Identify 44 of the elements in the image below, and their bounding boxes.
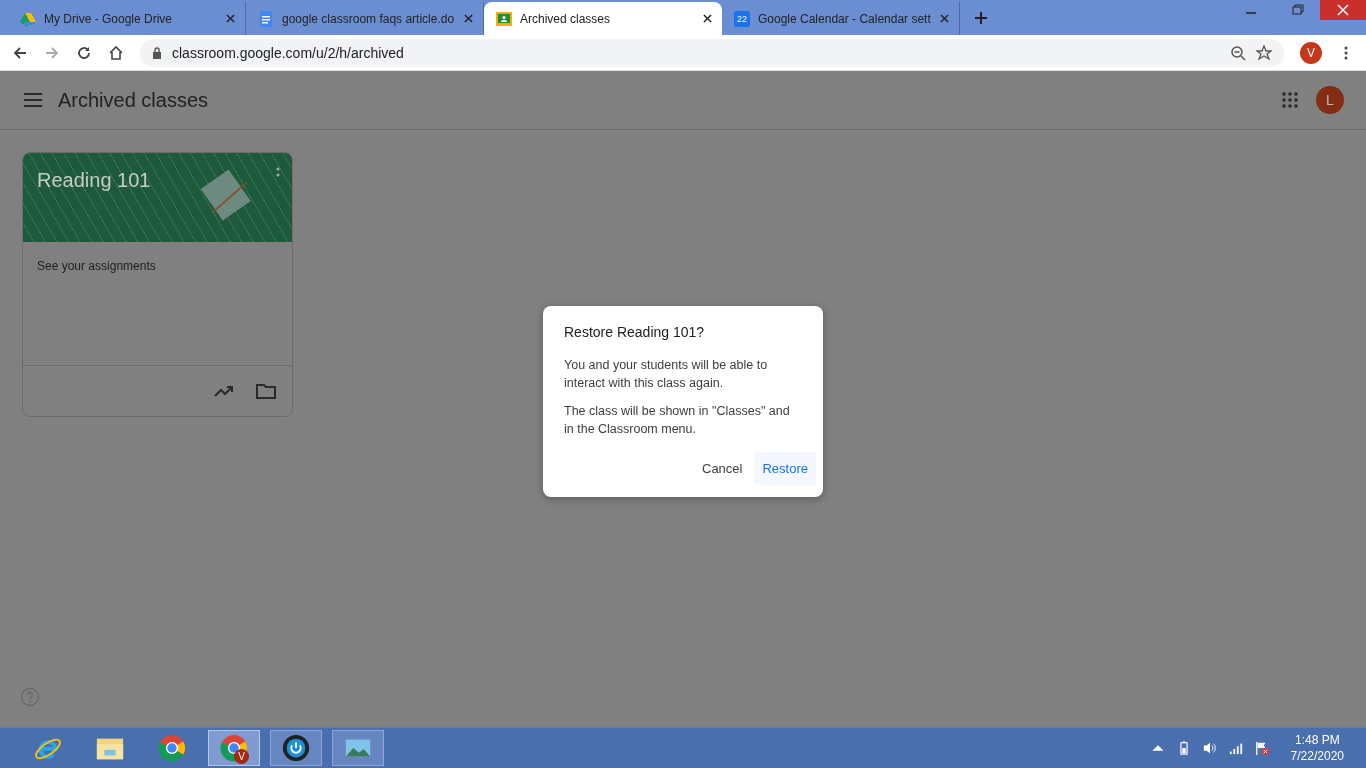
restore-button[interactable]: Restore [754, 452, 816, 485]
taskbar-app[interactable] [270, 730, 322, 766]
document-icon [258, 10, 274, 27]
profile-avatar[interactable]: V [1300, 41, 1322, 64]
speaker-icon[interactable] [1202, 741, 1217, 755]
browser-tab[interactable]: Archived classes [484, 2, 722, 35]
apps-grid-icon[interactable] [1282, 92, 1298, 108]
lock-icon [152, 46, 162, 59]
page-title: Archived classes [58, 88, 209, 112]
dialog-message: The class will be shown in "Classes" and in the Classroom menu. [564, 403, 791, 438]
cancel-button[interactable]: Cancel [694, 452, 751, 485]
clock-time[interactable]: 1:48 PM [1294, 732, 1340, 748]
profile-badge: V [234, 749, 249, 764]
taskbar-app[interactable]: V [208, 730, 260, 766]
signal-icon[interactable] [1228, 741, 1243, 755]
class-name[interactable]: Reading 101 [37, 169, 151, 191]
calendar-icon: 22 [734, 10, 750, 27]
home-icon[interactable] [108, 44, 124, 61]
drive-icon [20, 10, 36, 27]
chrome-icon [157, 733, 187, 763]
account-avatar[interactable]: L [1316, 86, 1344, 114]
tab-title: Google Calendar - Calendar sett [758, 11, 932, 26]
menu-icon[interactable] [24, 93, 42, 107]
tab-title: My Drive - Google Drive [44, 11, 174, 26]
reload-icon[interactable] [76, 44, 92, 61]
power-disc-icon [281, 733, 311, 763]
tab-title: Archived classes [520, 11, 612, 26]
back-icon[interactable] [12, 44, 28, 61]
close-icon[interactable] [703, 14, 712, 23]
tab-title: google classroom faqs article.do [282, 11, 456, 26]
flag-error-icon[interactable] [1254, 741, 1269, 755]
classroom-icon [496, 10, 512, 27]
clock-date[interactable]: 7/22/2020 [1290, 748, 1344, 764]
folder-icon[interactable] [256, 383, 276, 399]
address-field[interactable]: classroom.google.com/u/2/h/archived [140, 38, 1284, 67]
dialog-message: You and your students will be able to interact with this class again. [564, 357, 769, 392]
trending-up-icon[interactable] [214, 383, 234, 399]
star-icon[interactable] [1256, 44, 1272, 61]
zoom-out-icon[interactable] [1230, 44, 1246, 61]
class-card[interactable]: Reading 101 See your assignments [22, 152, 293, 417]
new-tab-icon[interactable] [974, 11, 988, 25]
class-description: See your assignments [37, 259, 156, 273]
dialog-title: Restore Reading 101? [564, 324, 706, 340]
url-text: classroom.google.com/u/2/h/archived [172, 44, 404, 61]
